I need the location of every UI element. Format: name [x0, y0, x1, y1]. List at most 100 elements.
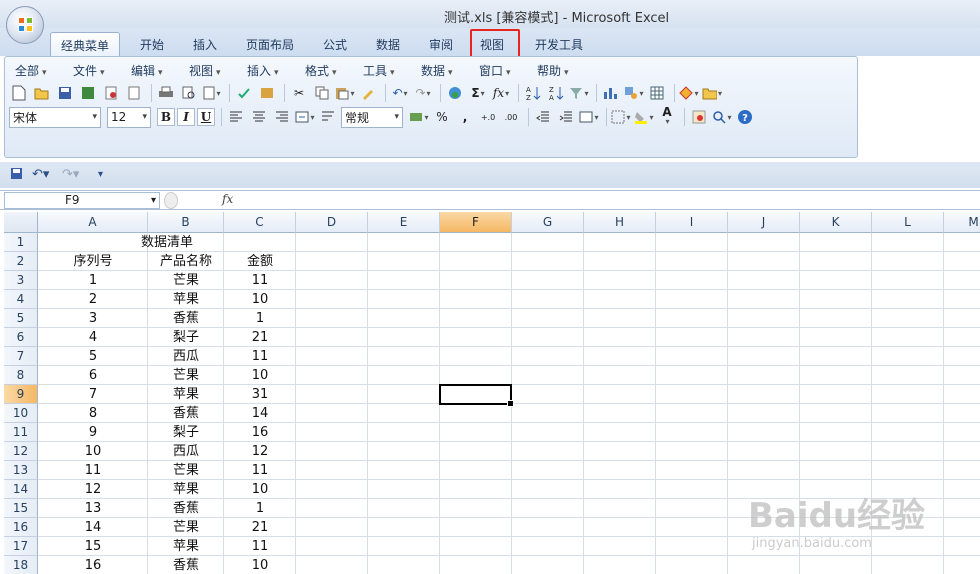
row-header[interactable]: 13	[4, 461, 38, 480]
cell-c[interactable]: 11	[224, 347, 296, 366]
cell-a[interactable]: 12	[38, 480, 148, 499]
cell-b[interactable]: 香蕉	[148, 404, 224, 423]
insert-function-icon[interactable]: fx	[491, 83, 511, 103]
cell-b[interactable]: 西瓜	[148, 347, 224, 366]
preview-icon[interactable]	[124, 83, 144, 103]
underline-button[interactable]: U	[197, 108, 215, 126]
cell-b[interactable]: 芒果	[148, 518, 224, 537]
qat-customize-icon[interactable]: ▾	[98, 169, 103, 180]
menu-edit[interactable]: 编辑	[131, 62, 163, 79]
select-all-corner[interactable]	[4, 212, 38, 233]
office-button[interactable]	[6, 6, 44, 44]
borders-icon[interactable]	[611, 107, 631, 127]
print-preview-icon[interactable]	[179, 83, 199, 103]
insert-function-button[interactable]: fx	[222, 192, 233, 206]
column-header[interactable]: G	[512, 212, 584, 233]
menu-tools[interactable]: 工具	[363, 62, 395, 79]
cell-c[interactable]: 11	[224, 271, 296, 290]
menu-view[interactable]: 视图	[189, 62, 221, 79]
qat-redo-icon[interactable]: ↷▾	[62, 167, 79, 182]
shapes-icon[interactable]	[624, 83, 644, 103]
cell-c[interactable]: 14	[224, 404, 296, 423]
row-header[interactable]: 5	[4, 309, 38, 328]
format-painter-icon[interactable]	[358, 83, 378, 103]
cell-c[interactable]: 11	[224, 537, 296, 556]
page-setup-icon[interactable]	[202, 83, 222, 103]
name-box[interactable]: F9	[4, 192, 160, 209]
cell-a[interactable]: 14	[38, 518, 148, 537]
cell-a[interactable]: 4	[38, 328, 148, 347]
permission-icon[interactable]	[78, 83, 98, 103]
tab-home[interactable]: 开始	[130, 32, 174, 56]
active-cell-cursor[interactable]	[439, 384, 514, 407]
cell-c[interactable]: 10	[224, 480, 296, 499]
pdf-icon[interactable]	[101, 83, 121, 103]
cell-c[interactable]: 11	[224, 461, 296, 480]
percent-icon[interactable]: %	[432, 107, 452, 127]
cell-c[interactable]: 21	[224, 518, 296, 537]
save-icon[interactable]	[55, 83, 75, 103]
increase-indent-icon[interactable]	[556, 107, 576, 127]
cell-b[interactable]: 西瓜	[148, 442, 224, 461]
cell-b[interactable]: 芒果	[148, 271, 224, 290]
menu-file[interactable]: 文件	[73, 62, 105, 79]
cell-a[interactable]: 序列号	[38, 252, 148, 271]
column-header[interactable]: E	[368, 212, 440, 233]
zoom-icon[interactable]	[712, 107, 732, 127]
cell-a[interactable]: 9	[38, 423, 148, 442]
cell-c[interactable]: 10	[224, 556, 296, 574]
merge-center-icon[interactable]	[295, 107, 315, 127]
fill-color-icon[interactable]	[634, 107, 654, 127]
column-header[interactable]: I	[656, 212, 728, 233]
sort-ascending-icon[interactable]: AZ	[523, 83, 543, 103]
row-header[interactable]: 7	[4, 347, 38, 366]
wrap-text-icon[interactable]	[318, 107, 338, 127]
paste-icon[interactable]	[335, 83, 355, 103]
copy-icon[interactable]	[312, 83, 332, 103]
cell-a[interactable]: 3	[38, 309, 148, 328]
cell-a[interactable]: 6	[38, 366, 148, 385]
print-icon[interactable]	[156, 83, 176, 103]
row-header[interactable]: 3	[4, 271, 38, 290]
column-header[interactable]: B	[148, 212, 224, 233]
row-header[interactable]: 10	[4, 404, 38, 423]
row-header[interactable]: 8	[4, 366, 38, 385]
autosum-icon[interactable]: Σ	[468, 83, 488, 103]
comma-icon[interactable]: ,	[455, 107, 475, 127]
cell-b[interactable]: 苹果	[148, 290, 224, 309]
column-header[interactable]: K	[800, 212, 872, 233]
cell-c[interactable]: 1	[224, 309, 296, 328]
align-left-icon[interactable]	[226, 107, 246, 127]
column-header[interactable]: A	[38, 212, 148, 233]
menu-data[interactable]: 数据	[421, 62, 453, 79]
cell-b[interactable]: 香蕉	[148, 309, 224, 328]
tab-formulas[interactable]: 公式	[313, 32, 357, 56]
cell-a[interactable]: 1	[38, 271, 148, 290]
row-header[interactable]: 4	[4, 290, 38, 309]
cell-a[interactable]: 7	[38, 385, 148, 404]
cell-b[interactable]: 梨子	[148, 328, 224, 347]
cell-c[interactable]: 31	[224, 385, 296, 404]
research-icon[interactable]	[257, 83, 277, 103]
cell-c[interactable]: 12	[224, 442, 296, 461]
cell-a[interactable]: 13	[38, 499, 148, 518]
tab-view[interactable]: 视图	[470, 29, 520, 59]
decrease-indent-icon[interactable]	[533, 107, 553, 127]
row-header[interactable]: 15	[4, 499, 38, 518]
cell-c[interactable]: 10	[224, 366, 296, 385]
undo-icon[interactable]: ↶	[390, 83, 410, 103]
cell-b[interactable]: 香蕉	[148, 556, 224, 574]
row-header[interactable]: 1	[4, 233, 38, 252]
menu-all[interactable]: 全部	[15, 62, 47, 79]
tab-developer[interactable]: 开发工具	[525, 32, 593, 56]
cell-b[interactable]: 芒果	[148, 366, 224, 385]
cell-c[interactable]: 10	[224, 290, 296, 309]
cell-b[interactable]: 苹果	[148, 480, 224, 499]
menu-window[interactable]: 窗口	[479, 62, 511, 79]
new-icon[interactable]	[9, 83, 29, 103]
font-name-combo[interactable]: 宋体	[9, 106, 101, 128]
tab-classic-menu[interactable]: 经典菜单	[50, 32, 121, 56]
menu-format[interactable]: 格式	[305, 62, 337, 79]
cell-b[interactable]: 香蕉	[148, 499, 224, 518]
qat-save-icon[interactable]	[10, 167, 23, 184]
